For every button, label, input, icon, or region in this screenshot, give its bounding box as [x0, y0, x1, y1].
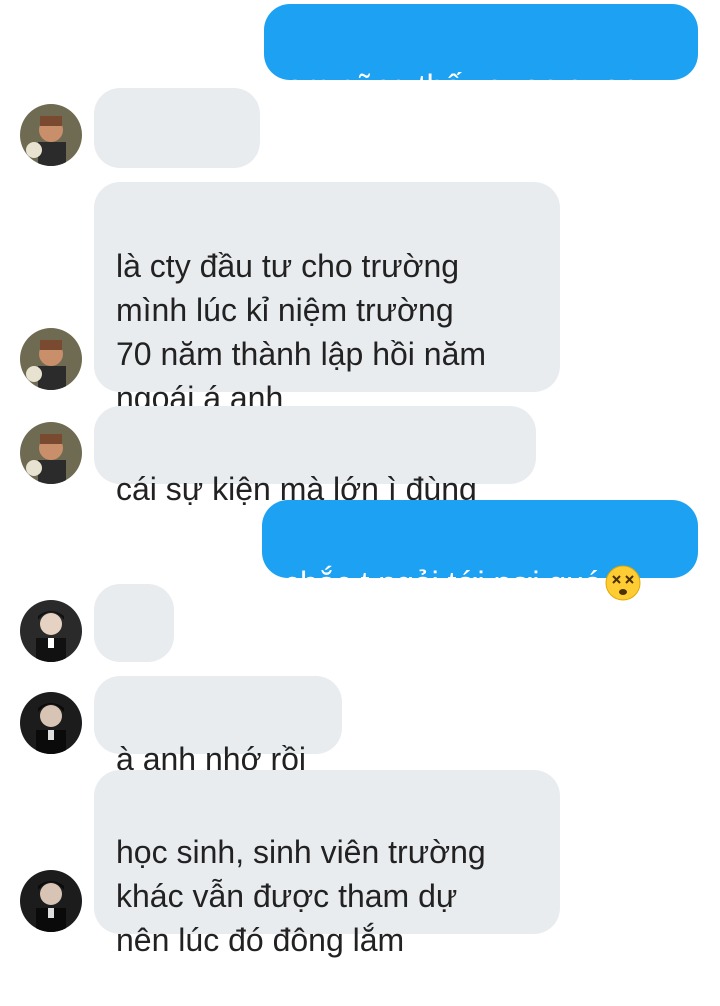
- contact-avatar[interactable]: [20, 422, 82, 484]
- contact-avatar[interactable]: [20, 104, 82, 166]
- contact-avatar[interactable]: [20, 870, 82, 932]
- message-text: em cũng thấy quen quen: [286, 68, 639, 104]
- contact-avatar[interactable]: [20, 692, 82, 754]
- message-bubble-incoming[interactable]: là cty đầu tư cho trường mình lúc kỉ niệ…: [94, 182, 560, 416]
- chat-thread: em cũng thấy quen quen là cty đầu tư cho…: [0, 0, 720, 958]
- message-text: chắc t ngỏi tới nơi quá: [284, 561, 682, 605]
- message-bubble-incoming[interactable]: [94, 584, 174, 729]
- contact-avatar[interactable]: [20, 328, 82, 390]
- message-bubble-outgoing[interactable]: chắc t ngỏi tới nơi quá: [262, 500, 698, 601]
- message-bubble-incoming[interactable]: [94, 88, 260, 234]
- message-bubble-incoming[interactable]: à anh nhớ rồi: [94, 676, 342, 777]
- message-text: học sinh, sinh viên trường khác vẫn được…: [116, 834, 486, 958]
- message-text: là cty đầu tư cho trường mình lúc kỉ niệ…: [116, 248, 487, 416]
- message-bubble-outgoing[interactable]: em cũng thấy quen quen: [264, 4, 698, 104]
- contact-avatar[interactable]: [20, 600, 82, 662]
- message-bubble-incoming[interactable]: cái sự kiện mà lớn ì đùng: [94, 406, 536, 507]
- dizzy-face-emoji: [604, 564, 642, 602]
- message-bubble-incoming[interactable]: học sinh, sinh viên trường khác vẫn được…: [94, 770, 560, 958]
- message-text-content: chắc t ngỏi tới nơi quá: [284, 565, 602, 601]
